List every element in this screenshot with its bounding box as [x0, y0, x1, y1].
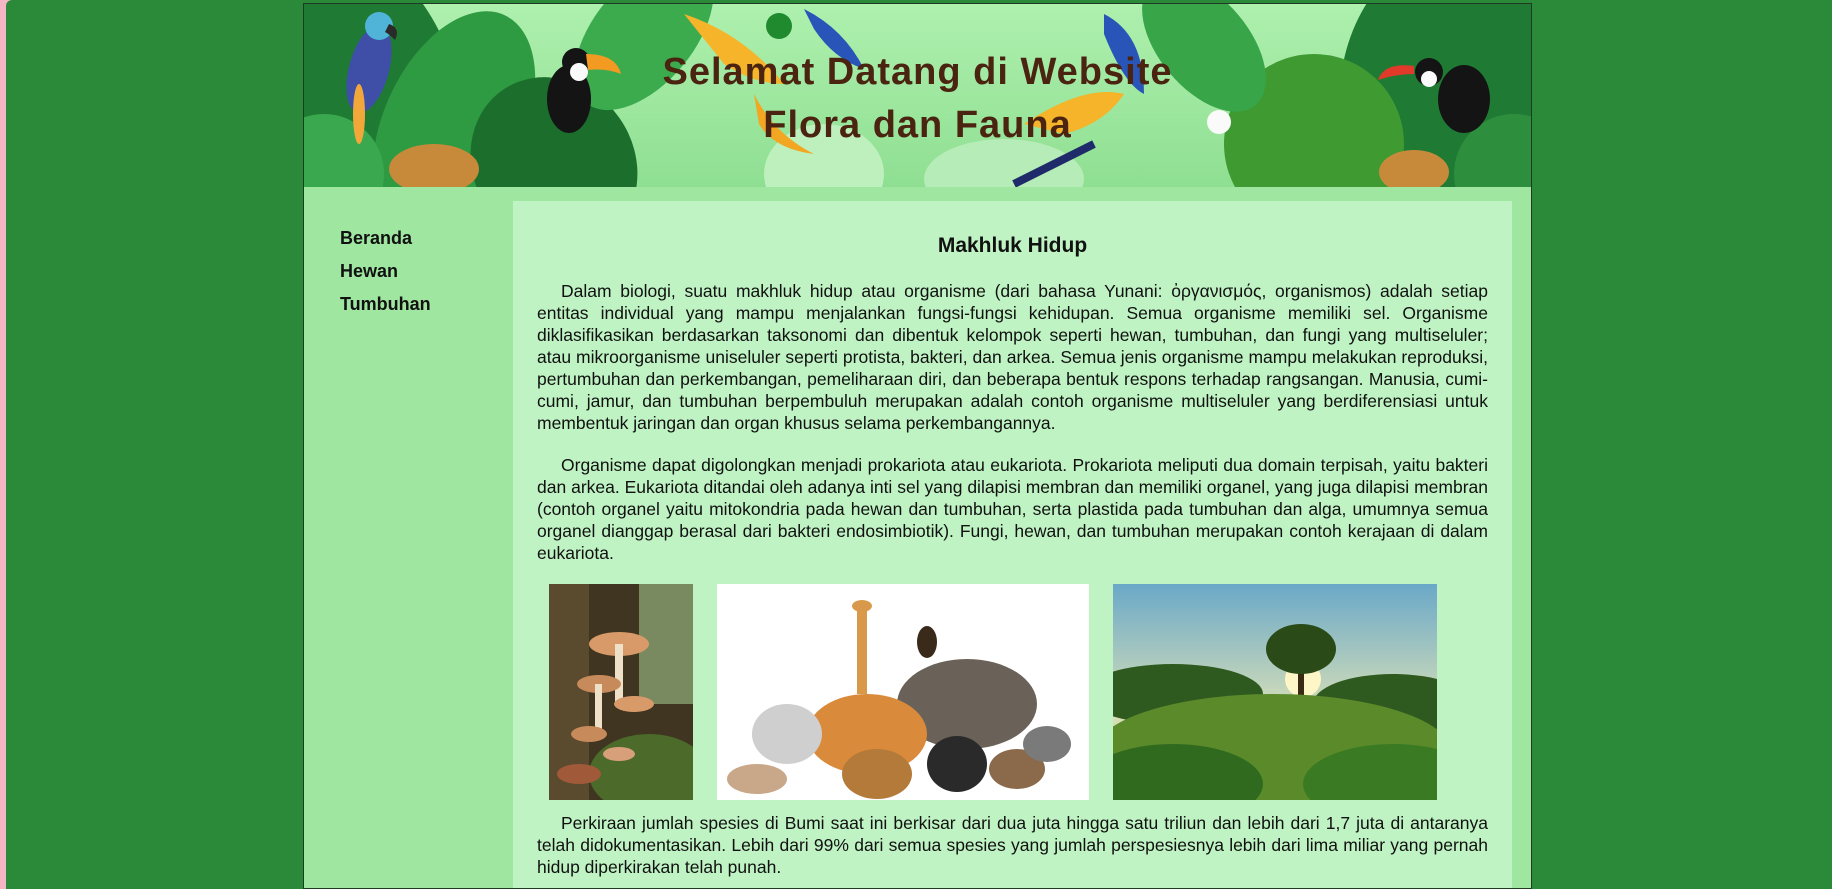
- nav-list: Beranda Hewan Tumbuhan: [304, 187, 512, 321]
- nav-item-beranda[interactable]: Beranda: [340, 222, 512, 255]
- paragraph-3: Perkiraan jumlah spesies di Bumi saat in…: [537, 813, 1488, 877]
- nav-item-hewan[interactable]: Hewan: [340, 255, 512, 288]
- image-gallery: [537, 584, 1488, 802]
- main-content: Makhluk Hidup Dalam biologi, suatu makhl…: [513, 201, 1512, 888]
- sidebar: Beranda Hewan Tumbuhan: [304, 187, 512, 888]
- page-title: Selamat Datang di Website Flora dan Faun…: [304, 46, 1531, 152]
- header-banner: Selamat Datang di Website Flora dan Faun…: [304, 4, 1531, 187]
- nav-item-tumbuhan[interactable]: Tumbuhan: [340, 288, 512, 321]
- mushroom-photo: [549, 584, 693, 800]
- title-line-1: Selamat Datang di Website: [662, 51, 1173, 93]
- title-line-2: Flora dan Fauna: [763, 104, 1072, 146]
- paragraph-2: Organisme dapat digolongkan menjadi prok…: [537, 455, 1488, 563]
- content-title: Makhluk Hidup: [937, 234, 1088, 257]
- forest-sunrise-photo: [1113, 584, 1437, 800]
- page-container: Selamat Datang di Website Flora dan Faun…: [303, 3, 1532, 889]
- paragraph-1: Dalam biologi, suatu makhluk hidup atau …: [537, 281, 1488, 433]
- animals-group-photo: [717, 584, 1089, 800]
